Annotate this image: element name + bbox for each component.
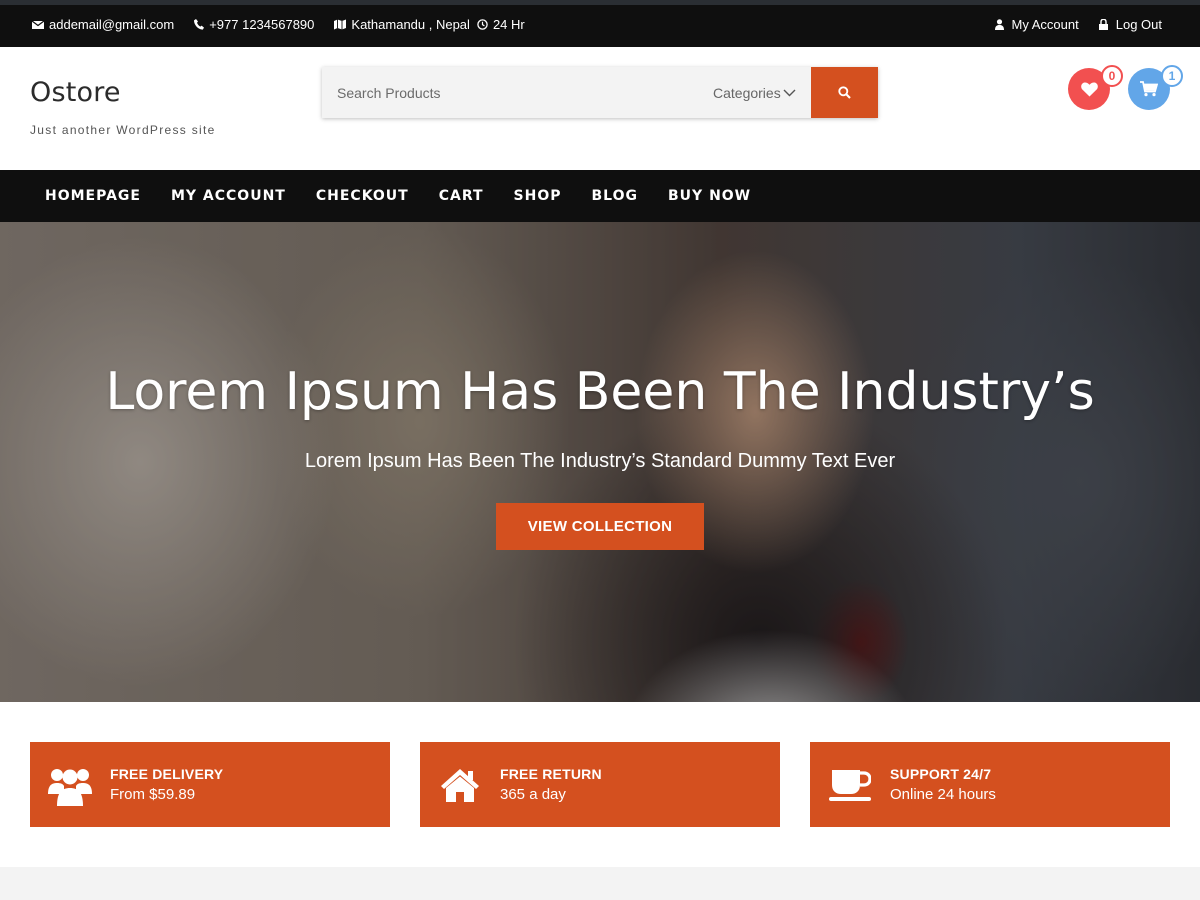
- feature-free-return: FREE RETURN 365 a day: [420, 742, 780, 827]
- hero-banner: Lorem Ipsum Has Been The Industry’s Lore…: [0, 222, 1200, 702]
- feature-text: SUPPORT 24/7 Online 24 hours: [890, 766, 996, 803]
- shopping-cart-icon: [1140, 81, 1158, 97]
- site-header: Ostore Just another WordPress site Categ…: [0, 47, 1200, 170]
- wishlist-count-badge: 0: [1101, 65, 1123, 87]
- location-info: Kathamandu , Nepal: [334, 17, 470, 32]
- feature-title: FREE DELIVERY: [110, 766, 224, 782]
- nav-item-homepage[interactable]: HOMEPAGE: [30, 188, 156, 204]
- coffee-cup-icon: [828, 763, 872, 807]
- section-divider: [0, 867, 1200, 900]
- lock-icon: [1098, 19, 1108, 30]
- feature-free-delivery: FREE DELIVERY From $59.89: [30, 742, 390, 827]
- main-navigation: HOMEPAGE MY ACCOUNT CHECKOUT CART SHOP B…: [0, 170, 1200, 222]
- feature-subtitle: 365 a day: [500, 786, 566, 803]
- feature-text: FREE DELIVERY From $59.89: [110, 766, 223, 803]
- map-icon: [334, 19, 347, 30]
- phone-info: +977 1234567890: [194, 17, 314, 32]
- phone-icon: [194, 19, 205, 30]
- location-text: Kathamandu , Nepal: [351, 17, 470, 32]
- product-search: Categories: [322, 67, 878, 118]
- account-links: My Account Log Out: [975, 17, 1162, 32]
- categories-label: Categories: [713, 84, 781, 101]
- home-icon: [438, 763, 482, 807]
- cart-button[interactable]: 1: [1128, 65, 1183, 110]
- nav-item-checkout[interactable]: CHECKOUT: [301, 188, 424, 204]
- logout-link[interactable]: Log Out: [1098, 17, 1162, 32]
- phone-text: +977 1234567890: [209, 17, 315, 32]
- hours-text: 24 Hr: [492, 17, 525, 32]
- contact-info: addemail@gmail.com +977 1234567890 Katha…: [32, 17, 545, 32]
- search-icon: [838, 86, 851, 99]
- categories-select[interactable]: Categories: [701, 67, 811, 118]
- feature-text: FREE RETURN 365 a day: [500, 766, 602, 803]
- wishlist-button[interactable]: 0: [1068, 65, 1123, 110]
- hero-title: Lorem Ipsum Has Been The Industry’s: [105, 362, 1095, 422]
- logout-label: Log Out: [1115, 17, 1162, 32]
- chevron-down-icon: [783, 89, 796, 96]
- nav-item-buy-now[interactable]: BUY NOW: [653, 188, 766, 204]
- site-tagline: Just another WordPress site: [30, 123, 216, 137]
- user-icon: [994, 19, 1004, 30]
- hours-info: 24 Hr: [477, 17, 525, 32]
- feature-support: SUPPORT 24/7 Online 24 hours: [810, 742, 1170, 827]
- feature-title: SUPPORT 24/7: [890, 766, 992, 782]
- heart-icon: [1080, 81, 1098, 96]
- hero-subtitle: Lorem Ipsum Has Been The Industry’s Stan…: [304, 450, 896, 472]
- my-account-label: My Account: [1011, 17, 1079, 32]
- top-bar: addemail@gmail.com +977 1234567890 Katha…: [0, 0, 1200, 47]
- envelope-icon: [32, 20, 44, 29]
- features-section: FREE DELIVERY From $59.89 FREE RETURN 36…: [0, 702, 1200, 867]
- users-icon: [48, 763, 92, 807]
- email-text: addemail@gmail.com: [49, 17, 175, 32]
- nav-item-shop[interactable]: SHOP: [499, 188, 577, 204]
- clock-icon: [477, 19, 488, 30]
- cart-count-badge: 1: [1161, 65, 1183, 87]
- site-title[interactable]: Ostore: [30, 77, 121, 108]
- my-account-link[interactable]: My Account: [994, 17, 1079, 32]
- nav-item-blog[interactable]: BLOG: [577, 188, 654, 204]
- view-collection-button[interactable]: VIEW COLLECTION: [496, 503, 704, 550]
- email-info: addemail@gmail.com: [32, 17, 174, 32]
- search-input[interactable]: [322, 67, 701, 118]
- feature-subtitle: Online 24 hours: [890, 786, 996, 803]
- feature-subtitle: From $59.89: [110, 786, 196, 803]
- nav-item-my-account[interactable]: MY ACCOUNT: [156, 188, 301, 204]
- nav-item-cart[interactable]: CART: [424, 188, 499, 204]
- feature-title: FREE RETURN: [500, 766, 602, 782]
- search-button[interactable]: [811, 67, 878, 118]
